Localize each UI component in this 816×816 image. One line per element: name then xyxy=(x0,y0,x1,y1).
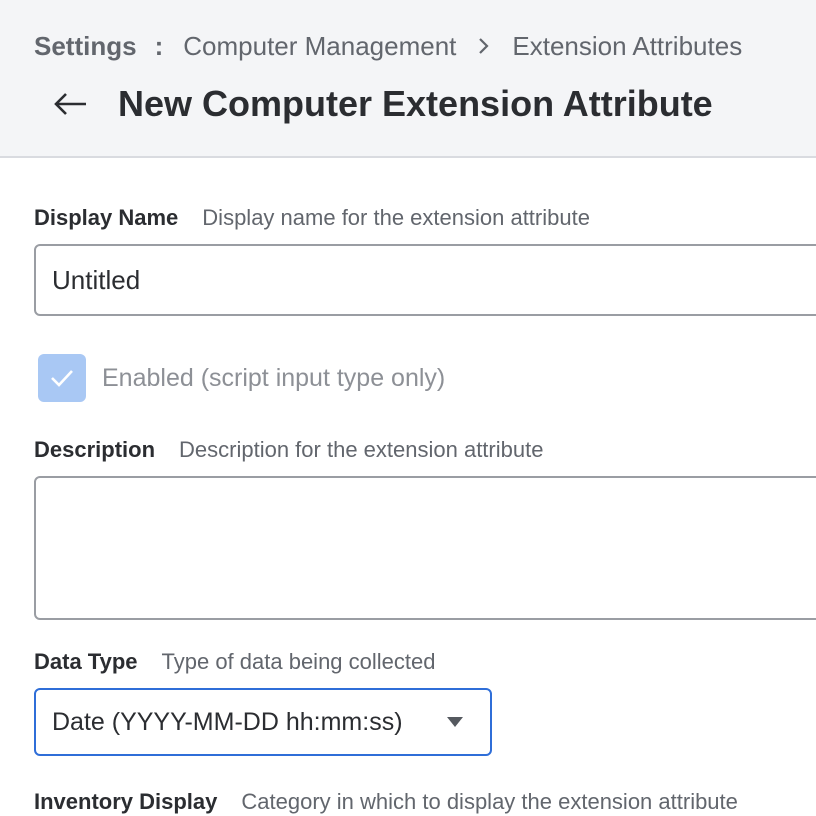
data-type-label: Data Type xyxy=(34,649,138,674)
inventory-display-label-row: Inventory Display Category in which to d… xyxy=(34,788,738,816)
display-name-label: Display Name xyxy=(34,205,179,230)
breadcrumb-separator: : xyxy=(154,30,164,61)
enabled-checkbox[interactable] xyxy=(38,354,86,402)
breadcrumb-settings[interactable]: Settings xyxy=(34,31,137,62)
page-header: Settings : Computer Management Extension… xyxy=(0,0,816,158)
data-type-label-row: Data Type Type of data being collected xyxy=(34,648,435,676)
caret-down-icon xyxy=(446,716,464,728)
inventory-display-hint: Category in which to display the extensi… xyxy=(241,789,738,814)
description-label-row: Description Description for the extensio… xyxy=(34,436,543,464)
breadcrumb: Settings : Computer Management Extension… xyxy=(34,30,742,62)
enabled-row: Enabled (script input type only) xyxy=(38,354,445,402)
breadcrumb-extension-attributes[interactable]: Extension Attributes xyxy=(512,31,742,62)
description-label: Description xyxy=(34,437,156,462)
arrow-left-icon xyxy=(54,93,86,115)
description-textarea[interactable] xyxy=(34,476,816,620)
display-name-label-row: Display Name Display name for the extens… xyxy=(34,204,590,232)
back-button[interactable] xyxy=(50,84,90,124)
chevron-right-icon xyxy=(478,37,490,55)
checkmark-icon xyxy=(51,370,73,387)
title-row: New Computer Extension Attribute xyxy=(50,80,713,128)
data-type-hint: Type of data being collected xyxy=(161,649,436,674)
data-type-select[interactable]: Date (YYYY-MM-DD hh:mm:ss) xyxy=(34,688,492,756)
page-title: New Computer Extension Attribute xyxy=(118,83,713,124)
description-hint: Description for the extension attribute xyxy=(179,437,544,462)
display-name-input[interactable] xyxy=(34,244,816,316)
breadcrumb-computer-management[interactable]: Computer Management xyxy=(183,31,456,62)
inventory-display-label: Inventory Display xyxy=(34,789,218,814)
data-type-selected-value: Date (YYYY-MM-DD hh:mm:ss) xyxy=(52,707,403,736)
enabled-label: Enabled (script input type only) xyxy=(102,363,446,392)
display-name-hint: Display name for the extension attribute xyxy=(202,205,590,230)
